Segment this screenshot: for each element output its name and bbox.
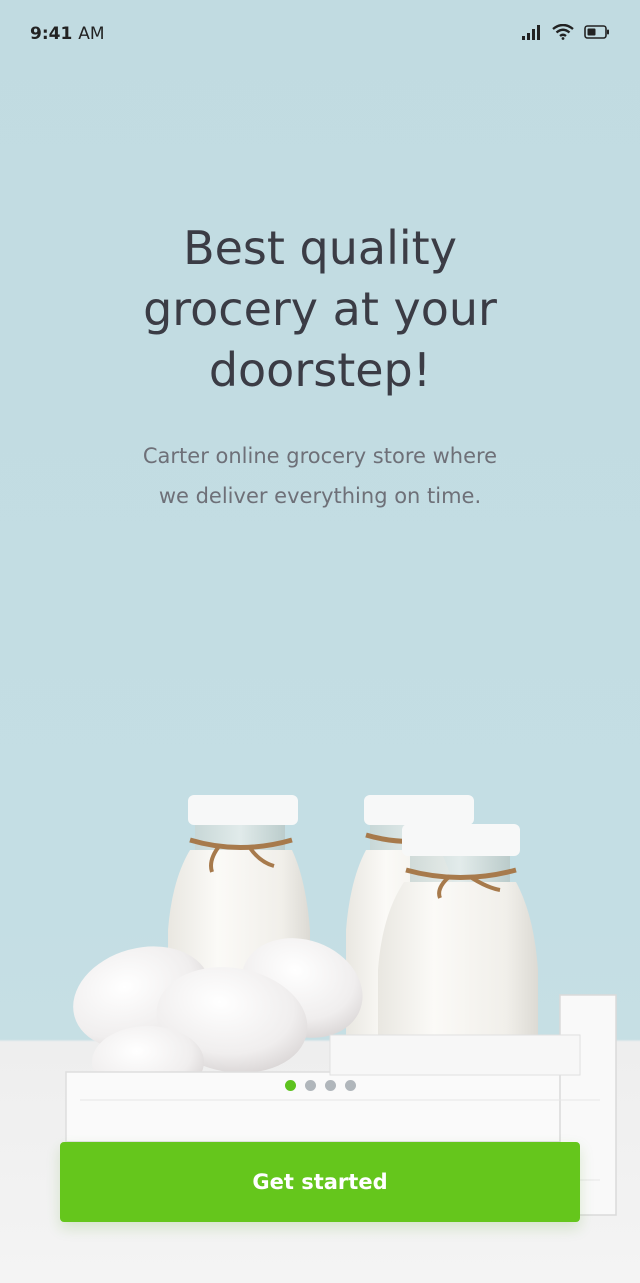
page-dot[interactable] xyxy=(344,1080,356,1091)
page-dot[interactable] xyxy=(304,1080,316,1091)
headline-line: Best quality xyxy=(183,221,457,275)
status-time-value: 9:41 xyxy=(30,24,73,44)
wifi-icon xyxy=(552,24,574,40)
status-time: 9:41 AM xyxy=(30,24,105,44)
battery-icon xyxy=(584,25,609,39)
signal-icon xyxy=(522,25,540,40)
headline-line: doorstep! xyxy=(208,343,432,397)
get-started-button[interactable]: Get started xyxy=(60,1142,580,1222)
status-bar: 9:41 AM xyxy=(0,0,640,70)
status-icons xyxy=(522,24,610,40)
page-dot-active[interactable] xyxy=(284,1080,296,1091)
onboarding-screen: 9:41 AM Best quality grocery at your doo… xyxy=(0,0,640,1283)
page-dot[interactable] xyxy=(324,1080,336,1091)
status-time-ampm: AM xyxy=(78,24,105,44)
headline-line: grocery at your xyxy=(143,282,497,336)
page-indicator xyxy=(0,1080,640,1091)
onboarding-headline: Best quality grocery at your doorstep! xyxy=(0,218,640,401)
description-line: we deliver everything on time. xyxy=(158,484,482,508)
description-line: Carter online grocery store where xyxy=(142,444,498,468)
onboarding-description: Carter online grocery store where we del… xyxy=(100,436,540,516)
